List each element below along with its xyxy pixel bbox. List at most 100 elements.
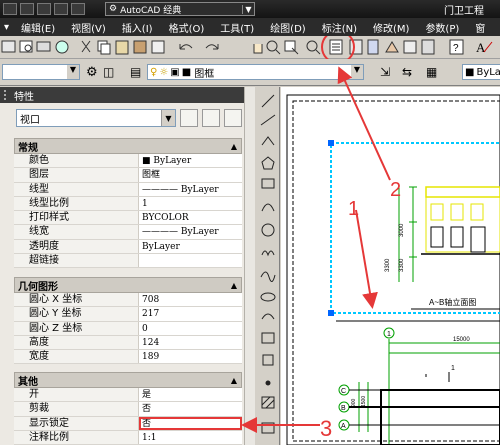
sheet-set-icon[interactable] xyxy=(385,41,399,53)
style-dropdown[interactable]: ▼ xyxy=(2,64,80,80)
property-value[interactable]: 0 xyxy=(139,322,242,335)
make-current-icon[interactable]: ⇲ xyxy=(380,65,390,79)
workspace-dropdown[interactable]: ⚙ AutoCAD 经典 ▼ xyxy=(105,2,255,16)
polyline-icon[interactable] xyxy=(261,136,275,146)
match-properties-icon[interactable] xyxy=(133,40,147,54)
copy-icon[interactable] xyxy=(97,40,111,55)
line-icon[interactable] xyxy=(261,94,275,108)
zoom-previous-icon[interactable] xyxy=(306,40,321,55)
layer-iso-icon[interactable]: ▦ xyxy=(426,65,437,79)
print-icon[interactable] xyxy=(37,3,51,15)
saveas-icon[interactable] xyxy=(20,3,34,15)
region-icon[interactable] xyxy=(261,422,275,434)
toggle-pickadd-button[interactable] xyxy=(180,109,198,127)
menu-insert[interactable]: 插入(I) xyxy=(114,20,161,35)
insert-block-icon[interactable] xyxy=(261,332,275,344)
ellipse-arc-icon[interactable] xyxy=(261,313,275,320)
menu-window[interactable]: 窗 xyxy=(467,20,493,35)
undo-icon[interactable] xyxy=(179,44,193,50)
property-value[interactable]: 1 xyxy=(139,197,242,210)
property-row[interactable]: 开是 xyxy=(14,388,242,403)
property-row[interactable]: 颜色 ■ ByLayer xyxy=(14,154,242,169)
zoom-window-icon[interactable] xyxy=(284,40,299,55)
cut-icon[interactable] xyxy=(81,40,91,53)
section-header-geometry[interactable]: 几何图形 ▲ xyxy=(14,277,242,293)
property-row[interactable]: 剪裁否 xyxy=(14,402,242,417)
property-value[interactable]: 124 xyxy=(139,336,242,349)
menu-format[interactable]: 格式(O) xyxy=(161,20,213,35)
property-value[interactable]: ———— ByLayer xyxy=(139,183,242,196)
property-row[interactable]: 高度 124 xyxy=(14,335,242,351)
print-preview-icon[interactable] xyxy=(19,40,33,53)
property-row[interactable]: 圆心 Y 坐标 217 xyxy=(14,307,242,322)
palette-scrollbar[interactable] xyxy=(244,87,255,445)
save-icon[interactable] xyxy=(3,3,17,15)
section-header-general[interactable]: 常规 ▲ xyxy=(14,138,242,154)
property-value[interactable]: 是 xyxy=(139,388,242,401)
redo-icon[interactable] xyxy=(205,44,219,50)
layer-dropdown[interactable]: ♀ ☼ ▣ ■ 图框 ▼ xyxy=(147,64,364,80)
menu-view[interactable]: 视图(V) xyxy=(63,20,114,35)
object-type-dropdown[interactable]: 视口 ▼ xyxy=(16,109,176,127)
property-row[interactable]: 图层 图框 xyxy=(14,168,242,183)
arc-icon[interactable] xyxy=(261,203,275,212)
property-row[interactable]: 线宽 ———— ByLayer xyxy=(14,225,242,240)
circle-icon[interactable] xyxy=(261,223,275,237)
property-row[interactable]: 透明度 ByLayer xyxy=(14,239,242,255)
menu-tools[interactable]: 工具(T) xyxy=(212,20,262,35)
make-block-icon[interactable] xyxy=(262,354,274,366)
property-value[interactable]: 图框 xyxy=(139,168,242,181)
open-icon[interactable] xyxy=(1,40,16,53)
design-center-icon[interactable] xyxy=(349,39,363,55)
polygon-icon[interactable] xyxy=(261,156,275,170)
property-row[interactable]: 圆心 X 坐标 708 xyxy=(14,293,242,308)
calculator-icon[interactable] xyxy=(421,39,435,55)
property-value[interactable]: 217 xyxy=(139,307,242,320)
redo-icon[interactable] xyxy=(71,3,85,15)
publish-icon[interactable] xyxy=(55,40,69,54)
property-row[interactable]: 线型 ———— ByLayer xyxy=(14,182,242,197)
zoom-realtime-icon[interactable] xyxy=(266,40,281,55)
property-row[interactable]: 宽度 189 xyxy=(14,350,242,365)
tool-palettes-icon[interactable] xyxy=(367,39,379,55)
property-value[interactable]: 708 xyxy=(139,293,242,306)
rectangle-icon[interactable] xyxy=(261,178,275,189)
markup-icon[interactable] xyxy=(403,40,417,54)
pan-icon[interactable] xyxy=(253,44,263,54)
layer-manager-icon[interactable]: ▤ xyxy=(130,65,141,79)
property-row-display-locked[interactable]: 显示锁定否 xyxy=(14,416,242,431)
menu-parametric[interactable]: 参数(P) xyxy=(417,20,467,35)
plot-icon[interactable] xyxy=(36,41,51,52)
property-row[interactable]: 注释比例 1:1 xyxy=(14,430,242,445)
property-value[interactable]: 189 xyxy=(139,350,242,363)
property-value[interactable]: 1:1 xyxy=(139,431,242,444)
help-icon[interactable]: ? xyxy=(449,39,464,55)
layer-previous-icon[interactable]: ⇆ xyxy=(402,65,412,79)
property-value[interactable]: ByLayer xyxy=(139,240,242,253)
quick-select-button[interactable] xyxy=(224,109,242,127)
color-dropdown[interactable]: ■ ByLay xyxy=(462,64,500,80)
property-value[interactable]: ■ ByLayer xyxy=(139,154,242,167)
menu-edit[interactable]: 编辑(E) xyxy=(13,20,63,35)
paste-icon[interactable] xyxy=(115,40,129,55)
grip-icon[interactable] xyxy=(4,90,10,100)
menu-modify[interactable]: 修改(M) xyxy=(365,20,417,35)
layer-states-icon[interactable]: ◫ xyxy=(103,65,114,79)
drawing-canvas[interactable]: 3000 3300 3300 A~B轴立面图 1 15000 C B A 1 9… xyxy=(281,87,500,445)
spline-icon[interactable] xyxy=(260,271,276,282)
block-editor-icon[interactable] xyxy=(151,40,165,54)
property-value[interactable]: 否 xyxy=(139,402,242,415)
display-locked-value[interactable]: 否 xyxy=(139,416,242,430)
undo-icon[interactable] xyxy=(54,3,68,15)
property-row[interactable]: 圆心 Z 坐标 0 xyxy=(14,321,242,336)
menu-arrow-icon[interactable]: ▾ xyxy=(0,22,13,33)
text-style-icon[interactable]: A xyxy=(476,40,493,55)
menu-dimension[interactable]: 标注(N) xyxy=(314,20,365,35)
revcloud-icon[interactable] xyxy=(261,250,275,257)
property-value[interactable]: ———— ByLayer xyxy=(139,225,242,238)
property-row[interactable]: 线型比例 1 xyxy=(14,196,242,212)
property-row[interactable]: 打印样式 BYCOLOR xyxy=(14,211,242,226)
palette-header[interactable]: 特性 xyxy=(0,87,254,103)
ellipse-icon[interactable] xyxy=(260,292,276,302)
property-value[interactable] xyxy=(139,254,242,267)
